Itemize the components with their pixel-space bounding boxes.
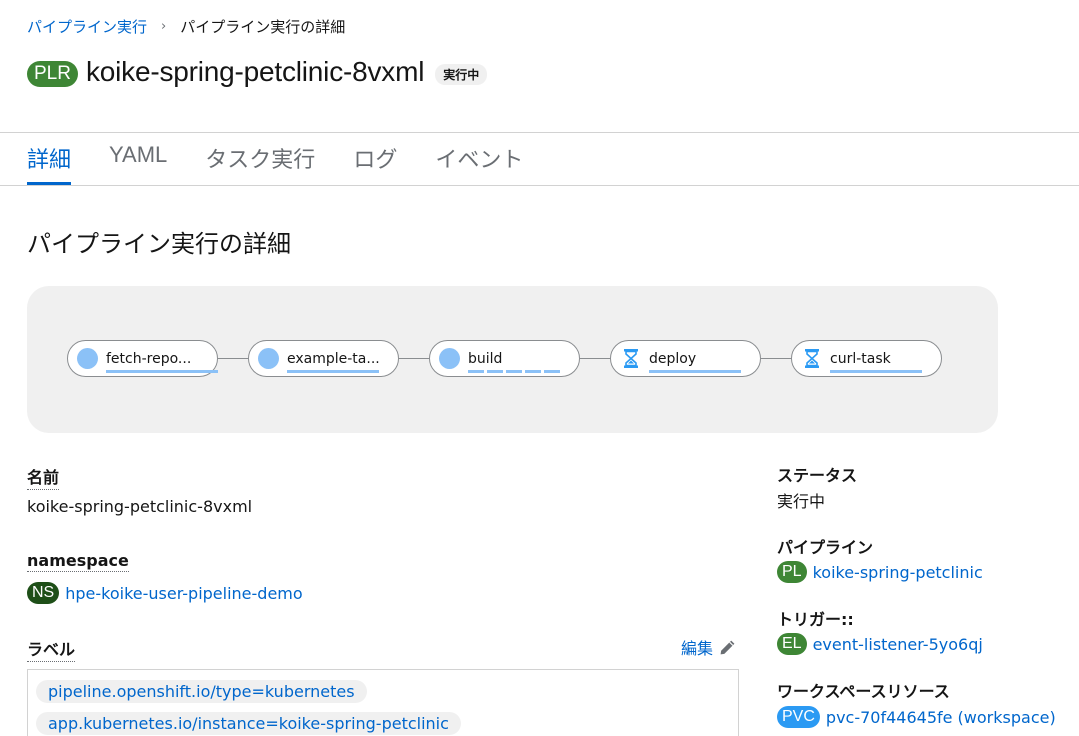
- section-title: パイプライン実行の詳細: [27, 230, 291, 258]
- pipeline-task-deploy[interactable]: deploy: [610, 340, 761, 377]
- labels-label: ラベル: [27, 636, 76, 662]
- namespace-link[interactable]: hpe-koike-user-pipeline-demo: [65, 584, 302, 603]
- task-progress-bar: [287, 369, 379, 373]
- namespace-value: NS hpe-koike-user-pipeline-demo: [27, 582, 303, 604]
- trigger-label: トリガー::: [777, 610, 854, 629]
- running-dot-icon: [439, 348, 460, 369]
- status-badge: 実行中: [435, 63, 488, 85]
- tab-yaml[interactable]: YAML: [109, 133, 167, 185]
- page-header: PLR koike-spring-petclinic-8vxml 実行中: [27, 56, 488, 88]
- plr-resource-badge: PLR: [27, 61, 78, 87]
- namespace-label: namespace: [27, 551, 129, 572]
- pl-resource-badge: PL: [777, 561, 807, 583]
- pipeline-connector: [218, 358, 249, 359]
- tab-details[interactable]: 詳細: [27, 133, 72, 185]
- label-chip[interactable]: pipeline.openshift.io/type=kubernetes: [36, 680, 367, 703]
- status-label: ステータス: [777, 466, 858, 485]
- pipeline-label: パイプライン: [777, 538, 874, 557]
- task-label: example-ta...: [287, 351, 380, 373]
- name-label: 名前: [27, 464, 60, 490]
- tab-logs[interactable]: ログ: [353, 133, 397, 185]
- pipeline-connector: [761, 358, 792, 359]
- edit-label-text: 編集: [681, 639, 714, 658]
- pipeline-task-fetch-repo[interactable]: fetch-repo...: [67, 340, 218, 377]
- task-progress-bar: [106, 369, 218, 373]
- labels-list[interactable]: pipeline.openshift.io/type=kubernetes ap…: [27, 669, 739, 736]
- trigger-value: EL event-listener-5yo6qj: [777, 633, 983, 655]
- pvc-resource-badge: PVC: [777, 706, 820, 728]
- running-dot-icon: [258, 348, 279, 369]
- task-progress-bar: [830, 369, 922, 373]
- task-progress-bar: [649, 369, 741, 373]
- pipeline-connector: [399, 358, 430, 359]
- status-value: 実行中: [777, 492, 826, 511]
- breadcrumb-current: パイプライン実行の詳細: [180, 18, 346, 36]
- event-listener-link[interactable]: event-listener-5yo6qj: [813, 635, 983, 654]
- task-label: deploy: [649, 351, 741, 373]
- hourglass-icon: [801, 348, 822, 369]
- task-label: fetch-repo...: [106, 351, 218, 373]
- breadcrumb: パイプライン実行 › パイプライン実行の詳細: [27, 16, 345, 37]
- task-progress-bar: [468, 369, 560, 373]
- pipeline-task-example-task[interactable]: example-ta...: [248, 340, 399, 377]
- hourglass-icon: [620, 348, 641, 369]
- pvc-link[interactable]: pvc-70f44645fe (workspace): [826, 708, 1056, 727]
- pencil-icon: [720, 640, 735, 654]
- edit-labels-button[interactable]: 編集: [681, 635, 736, 659]
- page-title: koike-spring-petclinic-8vxml: [85, 56, 425, 87]
- tab-task-runs[interactable]: タスク実行: [205, 133, 315, 185]
- name-value: koike-spring-petclinic-8vxml: [27, 497, 253, 516]
- breadcrumb-link-pipeline-runs[interactable]: パイプライン実行: [27, 16, 147, 37]
- label-chip[interactable]: app.kubernetes.io/instance=koike-spring-…: [36, 712, 461, 735]
- workspace-resources-value: PVC pvc-70f44645fe (workspace): [777, 706, 1056, 728]
- pipeline-link[interactable]: koike-spring-petclinic: [813, 563, 983, 582]
- ns-resource-badge: NS: [27, 582, 60, 604]
- pipeline-task-curl-task[interactable]: curl-task: [791, 340, 942, 377]
- pipeline-value: PL koike-spring-petclinic: [777, 561, 983, 583]
- breadcrumb-separator: ›: [161, 19, 167, 34]
- pipeline-connector: [580, 358, 611, 359]
- pipeline-visualization: fetch-repo... example-ta... build deploy…: [27, 286, 998, 433]
- tab-bar: 詳細 YAML タスク実行 ログ イベント: [27, 133, 561, 185]
- tab-events[interactable]: イベント: [435, 133, 523, 185]
- task-label: build: [468, 351, 560, 373]
- workspace-resources-label: ワークスペースリソース: [777, 682, 950, 701]
- pipeline-task-build[interactable]: build: [429, 340, 580, 377]
- el-resource-badge: EL: [777, 633, 807, 655]
- running-dot-icon: [77, 348, 98, 369]
- task-label: curl-task: [830, 351, 922, 373]
- tabs-divider: [0, 185, 1079, 186]
